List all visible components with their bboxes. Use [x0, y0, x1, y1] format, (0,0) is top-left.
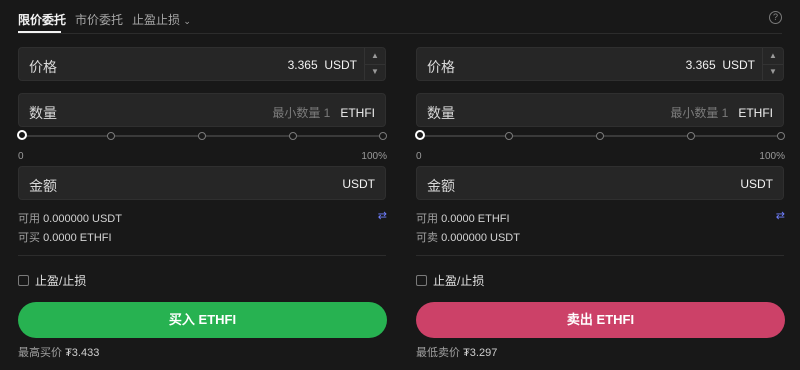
- sell-quantity-placeholder: 最小数量 1: [670, 106, 729, 120]
- sell-percent-slider[interactable]: [415, 130, 785, 142]
- buy-price-number: 3.365: [287, 58, 318, 72]
- slider-tick-50[interactable]: [596, 132, 604, 140]
- sell-best-price: 最低卖价 ₮3.297: [416, 344, 497, 360]
- slider-tick-75[interactable]: [687, 132, 695, 140]
- sell-amount-label: 金额: [427, 178, 455, 194]
- slider-thumb[interactable]: [17, 130, 27, 140]
- buy-tpsl-label: 止盈/止损: [35, 274, 87, 288]
- sell-best-label: 最低卖价: [416, 347, 460, 359]
- buy-best-price: 最高买价 ₮3.433: [18, 344, 99, 360]
- buy-amount-unit: USDT: [342, 177, 375, 191]
- chevron-up-icon[interactable]: ▲: [365, 48, 385, 65]
- slider-tick-75[interactable]: [289, 132, 297, 140]
- sell-price-number: 3.365: [685, 58, 716, 72]
- buy-max-buy: 可买 0.0000 ETHFI: [18, 229, 112, 245]
- buy-available: 可用 0.000000 USDT: [18, 210, 122, 226]
- sell-tpsl-label: 止盈/止损: [433, 274, 485, 288]
- slider-max-label: 100%: [361, 151, 387, 162]
- sell-quantity-unit: ETHFI: [738, 106, 773, 120]
- slider-tick-100[interactable]: [379, 132, 387, 140]
- sell-available-label: 可用: [416, 213, 438, 225]
- buy-price-unit: USDT: [324, 58, 357, 72]
- buy-panel: 价格 3.365 USDT ▲ ▼ 数量 最小数量 1 ETHFI 0 100% …: [17, 0, 387, 370]
- buy-amount-label: 金额: [29, 178, 57, 194]
- swap-icon[interactable]: ⇄: [378, 209, 387, 222]
- sell-button[interactable]: 卖出 ETHFI: [416, 302, 785, 338]
- buy-price-stepper: ▲ ▼: [364, 48, 385, 80]
- buy-best-label: 最高买价: [18, 347, 62, 359]
- sell-can-label: 可卖: [416, 232, 438, 244]
- sell-price-unit: USDT: [722, 58, 755, 72]
- buy-can-label: 可买: [18, 232, 40, 244]
- buy-price-label: 价格: [29, 59, 57, 75]
- buy-available-value: 0.000000 USDT: [43, 213, 122, 225]
- section-divider: [416, 255, 784, 256]
- sell-quantity-label: 数量: [427, 105, 455, 121]
- sell-quantity-field[interactable]: 数量 最小数量 1 ETHFI: [416, 93, 784, 127]
- section-divider: [18, 255, 386, 256]
- buy-quantity-unit: ETHFI: [340, 106, 375, 120]
- sell-panel: 价格 3.365 USDT ▲ ▼ 数量 最小数量 1 ETHFI 0 100% …: [415, 0, 785, 370]
- sell-amount-unit: USDT: [740, 177, 773, 191]
- sell-price-field[interactable]: 价格 3.365 USDT ▲ ▼: [416, 47, 784, 81]
- sell-tpsl-checkbox[interactable]: 止盈/止损: [416, 272, 485, 288]
- sell-price-value: 3.365 USDT: [686, 58, 755, 72]
- slider-tick-100[interactable]: [777, 132, 785, 140]
- buy-percent-slider[interactable]: [17, 130, 387, 142]
- sell-can-value: 0.000000 USDT: [441, 232, 520, 244]
- sell-available: 可用 0.0000 ETHFI: [416, 210, 510, 226]
- buy-available-label: 可用: [18, 213, 40, 225]
- slider-tick-50[interactable]: [198, 132, 206, 140]
- chevron-down-icon[interactable]: ▼: [763, 64, 783, 80]
- sell-available-value: 0.0000 ETHFI: [441, 213, 510, 225]
- sell-quantity-value: 最小数量 1 ETHFI: [670, 104, 773, 121]
- chevron-up-icon[interactable]: ▲: [763, 48, 783, 65]
- buy-quantity-field[interactable]: 数量 最小数量 1 ETHFI: [18, 93, 386, 127]
- slider-min-label: 0: [18, 151, 24, 162]
- sell-max-sell: 可卖 0.000000 USDT: [416, 229, 520, 245]
- slider-tick-25[interactable]: [505, 132, 513, 140]
- buy-best-value: ₮3.433: [65, 347, 100, 359]
- buy-price-value: 3.365 USDT: [288, 58, 357, 72]
- sell-best-value: ₮3.297: [463, 347, 498, 359]
- buy-tpsl-checkbox[interactable]: 止盈/止损: [18, 272, 87, 288]
- chevron-down-icon[interactable]: ▼: [365, 64, 385, 80]
- buy-quantity-value: 最小数量 1 ETHFI: [272, 104, 375, 121]
- slider-thumb[interactable]: [415, 130, 425, 140]
- buy-quantity-placeholder: 最小数量 1: [272, 106, 331, 120]
- slider-min-label: 0: [416, 151, 422, 162]
- buy-can-value: 0.0000 ETHFI: [43, 232, 112, 244]
- buy-button[interactable]: 买入 ETHFI: [18, 302, 387, 338]
- sell-amount-field[interactable]: 金额 USDT: [416, 166, 784, 200]
- slider-max-label: 100%: [759, 151, 785, 162]
- buy-price-field[interactable]: 价格 3.365 USDT ▲ ▼: [18, 47, 386, 81]
- buy-quantity-label: 数量: [29, 105, 57, 121]
- slider-tick-25[interactable]: [107, 132, 115, 140]
- sell-price-stepper: ▲ ▼: [762, 48, 783, 80]
- buy-amount-field[interactable]: 金额 USDT: [18, 166, 386, 200]
- sell-price-label: 价格: [427, 59, 455, 75]
- swap-icon[interactable]: ⇄: [776, 209, 785, 222]
- checkbox-icon[interactable]: [18, 275, 29, 286]
- checkbox-icon[interactable]: [416, 275, 427, 286]
